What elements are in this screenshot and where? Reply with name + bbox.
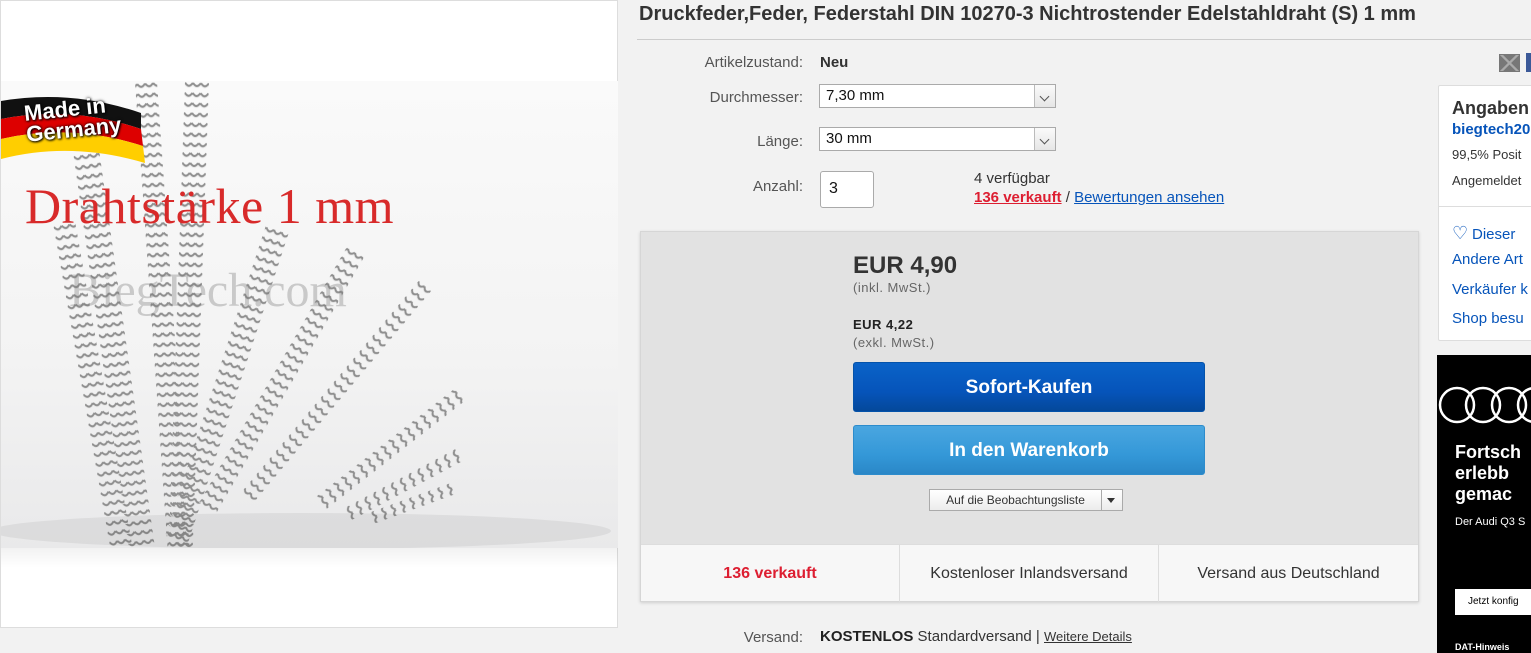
diameter-select[interactable]: 7,30 mm bbox=[819, 84, 1056, 108]
diameter-label: Durchmesser: bbox=[709, 89, 803, 106]
seller-info-panel: Angaben biegtech20 99,5% Posit Angemelde… bbox=[1438, 85, 1531, 341]
stat-free-shipping: Kostenloser Inlandsversand bbox=[899, 545, 1158, 602]
sold-reviews-links: 136 verkauft / Bewertungen ansehen bbox=[974, 189, 1224, 206]
stat-sold: 136 verkauft bbox=[723, 565, 817, 582]
chevron-down-icon[interactable] bbox=[1034, 85, 1055, 107]
image-watermark: BiegTech.com bbox=[69, 264, 347, 317]
page: Made in Germany Drahtstärke 1 mm BiegTec… bbox=[0, 0, 1531, 653]
seller-name-link[interactable]: biegtech20 bbox=[1452, 121, 1530, 138]
image-shadow bbox=[1, 548, 618, 568]
stat-ships-from: Versand aus Deutschland bbox=[1158, 545, 1418, 602]
other-items-link[interactable]: Andere Art bbox=[1452, 251, 1523, 268]
facebook-share-icon[interactable] bbox=[1526, 53, 1531, 72]
length-selected-value: 30 mm bbox=[826, 130, 872, 147]
chevron-down-icon[interactable] bbox=[1034, 128, 1055, 150]
ad-footer: DAT-Hinweis bbox=[1455, 642, 1510, 652]
shipping-details-link[interactable]: Weitere Details bbox=[1044, 629, 1132, 644]
ad-headline: Fortsch erlebb gemac bbox=[1455, 442, 1521, 505]
seller-positive-rating: 99,5% Posit bbox=[1452, 147, 1522, 162]
shipping-price: KOSTENLOS bbox=[820, 628, 914, 645]
product-title: Druckfeder,Feder, Federstahl DIN 10270-3… bbox=[639, 3, 1416, 25]
net-price: EUR 4,22 bbox=[853, 317, 914, 332]
save-seller-label: Dieser bbox=[1472, 226, 1516, 243]
image-caption: Drahtstärke 1 mm bbox=[25, 178, 395, 234]
length-label: Länge: bbox=[757, 133, 803, 150]
quantity-label: Anzahl: bbox=[752, 178, 803, 195]
ad-headline-line-2: erlebb bbox=[1455, 463, 1510, 483]
heart-icon: ♡ bbox=[1452, 223, 1469, 243]
ad-subtitle: Der Audi Q3 S bbox=[1455, 516, 1526, 528]
shipping-method: Standardversand | bbox=[917, 628, 1040, 645]
product-image-panel: Made in Germany Drahtstärke 1 mm BiegTec… bbox=[0, 0, 618, 628]
caret-down-icon[interactable] bbox=[1101, 490, 1122, 510]
stats-bar: 136 verkauft Kostenloser Inlandsversand … bbox=[641, 544, 1418, 602]
seller-registered: Angemeldet bbox=[1452, 173, 1522, 188]
audi-logo bbox=[1438, 386, 1531, 424]
price: EUR 4,90 bbox=[853, 252, 958, 279]
contact-seller-link[interactable]: Verkäufer k bbox=[1452, 281, 1528, 298]
reviews-link[interactable]: Bewertungen ansehen bbox=[1074, 189, 1224, 206]
quantity-input[interactable]: 3 bbox=[820, 171, 874, 208]
add-to-cart-button[interactable]: In den Warenkorb bbox=[853, 425, 1205, 475]
seller-heading: Angaben bbox=[1452, 98, 1530, 118]
watchlist-button[interactable]: Auf die Beobachtungsliste bbox=[929, 489, 1123, 511]
price-vat-note: (inkl. MwSt.) bbox=[853, 280, 931, 295]
shipping-info: KOSTENLOS Standardversand | Weitere Deta… bbox=[820, 628, 1132, 645]
net-price-vat-note: (exkl. MwSt.) bbox=[853, 335, 935, 350]
sold-count-link[interactable]: 136 verkauft bbox=[974, 189, 1062, 206]
length-select[interactable]: 30 mm bbox=[819, 127, 1056, 151]
title-divider bbox=[637, 39, 1531, 40]
email-share-icon[interactable] bbox=[1499, 54, 1520, 72]
available-count: 4 verfügbar bbox=[974, 170, 1050, 187]
ad-headline-line-1: Fortsch bbox=[1455, 442, 1522, 462]
advertisement[interactable]: Fortsch erlebb gemac Der Audi Q3 S Jetzt… bbox=[1437, 355, 1531, 653]
visit-shop-link[interactable]: Shop besu bbox=[1452, 310, 1524, 327]
ad-headline-line-3: gemac bbox=[1455, 484, 1513, 504]
save-seller-link[interactable]: ♡ Dieser bbox=[1452, 223, 1515, 244]
link-separator: / bbox=[1065, 189, 1070, 206]
ad-cta-button[interactable]: Jetzt konfig bbox=[1455, 589, 1531, 615]
condition-label: Artikelzustand: bbox=[704, 54, 803, 71]
badge-text: Made in Germany bbox=[23, 92, 123, 146]
condition-value: Neu bbox=[820, 54, 849, 71]
shipping-label: Versand: bbox=[743, 629, 803, 646]
buy-now-button[interactable]: Sofort-Kaufen bbox=[853, 362, 1205, 412]
watchlist-label[interactable]: Auf die Beobachtungsliste bbox=[930, 490, 1102, 510]
seller-divider bbox=[1439, 206, 1531, 207]
diameter-selected-value: 7,30 mm bbox=[826, 87, 885, 104]
